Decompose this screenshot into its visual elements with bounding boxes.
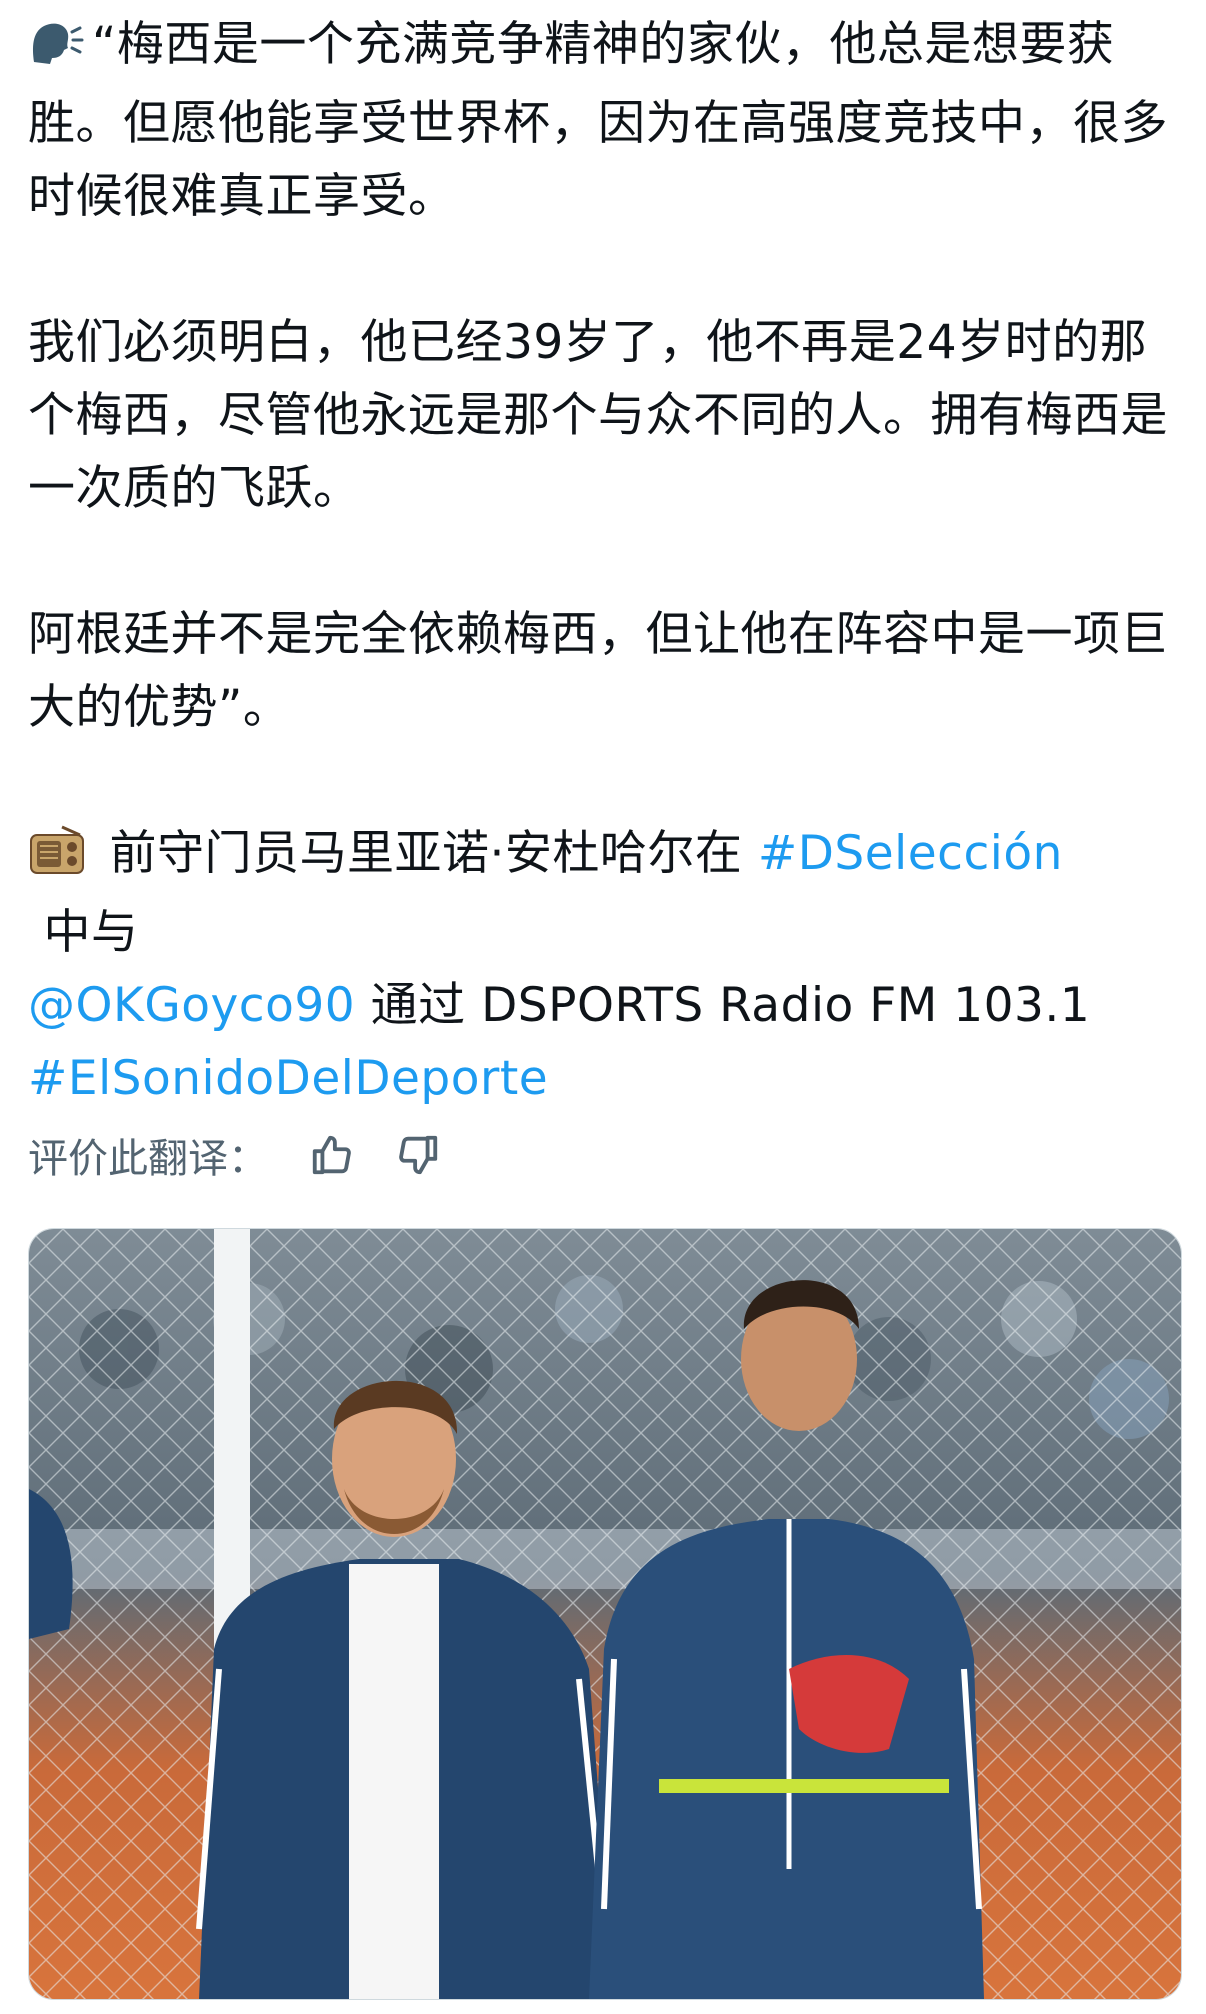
hashtag-elsonidodeldeporte-link[interactable]: #ElSonidoDelDeporte bbox=[28, 1051, 548, 1106]
tweet-paragraph-1: “梅西是一个充满竞争精神的家伙，他总是想要获胜。但愿他能享受世界杯，因为在高强度… bbox=[28, 8, 1188, 233]
thumbs-up-button[interactable] bbox=[304, 1127, 360, 1183]
tweet-text: “梅西是一个充满竞争精神的家伙，他总是想要获胜。但愿他能享受世界杯，因为在高强度… bbox=[28, 8, 1188, 1115]
hashtag-dseleccion-link[interactable]: #DSelección bbox=[758, 826, 1063, 881]
paragraph-4-text-a: 前守门员马里亚诺·安杜哈尔在 bbox=[94, 826, 758, 881]
tweet-paragraph-2: 我们必须明白，他已经39岁了，他不再是24岁时的那个梅西，尽管他永远是那个与众不… bbox=[28, 315, 1168, 516]
thumbs-up-icon bbox=[312, 1135, 351, 1175]
thumbs-down-icon bbox=[399, 1135, 438, 1175]
translation-rating-label: 评价此翻译： bbox=[28, 1136, 268, 1182]
paragraph-4-text-b: 中与 bbox=[28, 905, 139, 960]
radio-icon bbox=[28, 823, 86, 896]
paragraph-4-text-c: 通过 DSPORTS Radio FM 103.1 bbox=[355, 978, 1091, 1033]
thumbs-down-button[interactable] bbox=[390, 1127, 446, 1183]
mention-okgoyco90-link[interactable]: @OKGoyco90 bbox=[28, 978, 355, 1033]
tweet-paragraph-3: 阿根廷并不是完全依赖梅西，但让他在阵容中是一项巨大的优势”。 bbox=[28, 607, 1168, 735]
tweet-paragraph-4: 前守门员马里亚诺·安杜哈尔在 #DSelección 中与 @OKGoyco90 … bbox=[28, 817, 1188, 1115]
translation-rating-row: 评价此翻译： bbox=[28, 1120, 446, 1190]
speaking-head-icon bbox=[28, 14, 84, 87]
players-photo bbox=[29, 1229, 1181, 1999]
paragraph-1-text: “梅西是一个充满竞争精神的家伙，他总是想要获胜。但愿他能享受世界杯，因为在高强度… bbox=[28, 17, 1168, 224]
tweet-photo[interactable] bbox=[28, 1228, 1182, 2000]
